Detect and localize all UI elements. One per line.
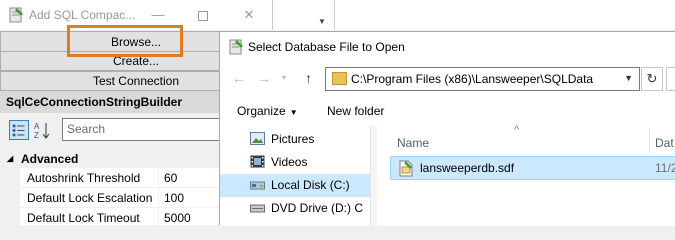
nav-item-label: Pictures xyxy=(271,132,315,146)
category-label: Advanced xyxy=(21,152,79,166)
dialog-app-icon xyxy=(229,39,243,55)
dialog-title-bar: Select Database File to Open xyxy=(220,32,675,62)
back-arrow-icon[interactable]: ← xyxy=(232,70,246,86)
nav-item-label: Local Disk (C:) xyxy=(271,178,350,192)
title-bar: Add SQL Compac... — ✕ xyxy=(0,0,272,30)
svg-text:Z: Z xyxy=(34,131,39,140)
column-divider[interactable] xyxy=(649,128,650,153)
nav-item-local-disk[interactable]: Local Disk (C:) xyxy=(220,174,370,197)
file-name: lansweeperdb.sdf xyxy=(420,161,515,175)
column-divider xyxy=(158,168,159,188)
collapse-caret-icon[interactable]: ◢ xyxy=(7,150,13,168)
maximize-button[interactable] xyxy=(180,0,226,30)
dropdown-arrow-icon[interactable]: ▼ xyxy=(318,17,326,26)
property-value[interactable]: 5000 xyxy=(164,211,191,225)
nav-item-pictures[interactable]: Pictures xyxy=(220,128,370,151)
refresh-button[interactable]: ↻ xyxy=(641,67,663,91)
command-bar: Organize ▼ New folder xyxy=(220,94,675,126)
file-row-selected[interactable]: lansweeperdb.sdf 11/2 xyxy=(390,156,675,180)
row-gutter xyxy=(0,188,20,208)
folder-icon xyxy=(332,72,347,85)
background-window xyxy=(272,0,675,30)
column-divider xyxy=(158,208,159,228)
property-name: Default Lock Timeout xyxy=(27,211,140,225)
address-bar[interactable]: C:\Program Files (x86)\Lansweeper\SQLDat… xyxy=(325,67,640,91)
pane-splitter[interactable] xyxy=(370,126,377,226)
close-button[interactable]: ✕ xyxy=(226,0,272,30)
background-divider xyxy=(334,0,335,30)
nav-item-videos[interactable]: Videos xyxy=(220,151,370,174)
window-title: Add SQL Compac... xyxy=(29,8,136,22)
alphabetical-sort-icon[interactable]: A Z xyxy=(32,120,52,140)
property-name: Autoshrink Threshold xyxy=(27,171,141,185)
property-name: Default Lock Escalation xyxy=(27,191,153,205)
column-divider xyxy=(158,188,159,208)
nav-item-label: Videos xyxy=(271,155,308,169)
categorized-view-icon[interactable] xyxy=(9,120,29,140)
file-date: 11/2 xyxy=(655,161,675,175)
file-list: ^ Name Dat lansweeperdb.sdf 11/2 xyxy=(377,124,675,226)
chevron-down-icon[interactable]: ▼ xyxy=(624,73,633,83)
select-database-dialog: Select Database File to Open ← → ▾ ↑ C:\… xyxy=(219,31,675,226)
local-disk-icon xyxy=(250,181,265,190)
column-header-name[interactable]: Name xyxy=(397,136,429,150)
close-icon: ✕ xyxy=(243,7,255,22)
dvd-drive-icon xyxy=(250,204,265,213)
row-gutter xyxy=(0,208,20,228)
maximize-icon xyxy=(198,10,208,21)
svg-text:A: A xyxy=(34,122,40,131)
new-folder-button[interactable]: New folder xyxy=(327,104,384,118)
column-header-date[interactable]: Dat xyxy=(655,136,674,150)
recent-locations-chevron-icon[interactable]: ▾ xyxy=(282,73,286,82)
pictures-icon xyxy=(250,132,265,145)
organize-label: Organize xyxy=(237,104,286,118)
up-arrow-icon[interactable]: ↑ xyxy=(305,70,312,86)
property-value[interactable]: 60 xyxy=(164,171,177,185)
chevron-down-icon: ▼ xyxy=(289,108,298,117)
minimize-button[interactable]: — xyxy=(135,0,181,30)
navigation-pane: Pictures Videos Local Disk (C:) DVD Driv… xyxy=(220,126,370,226)
dialog-title: Select Database File to Open xyxy=(248,40,405,54)
minimize-icon: — xyxy=(151,7,165,22)
videos-icon xyxy=(250,155,265,168)
search-input[interactable] xyxy=(666,67,675,91)
address-path[interactable]: C:\Program Files (x86)\Lansweeper\SQLDat… xyxy=(351,72,593,86)
sdf-file-icon xyxy=(399,160,413,177)
organize-button[interactable]: Organize ▼ xyxy=(237,104,298,118)
row-gutter xyxy=(0,168,20,188)
sort-caret-icon: ^ xyxy=(514,124,520,136)
refresh-icon: ↻ xyxy=(646,71,658,86)
app-icon xyxy=(9,7,23,23)
navigation-bar: ← → ▾ ↑ C:\Program Files (x86)\Lansweepe… xyxy=(220,62,675,94)
property-value[interactable]: 100 xyxy=(164,191,184,205)
forward-arrow-icon[interactable]: → xyxy=(257,70,271,86)
nav-item-dvd-drive[interactable]: DVD Drive (D:) C xyxy=(220,197,370,220)
nav-item-label: DVD Drive (D:) C xyxy=(271,201,363,215)
